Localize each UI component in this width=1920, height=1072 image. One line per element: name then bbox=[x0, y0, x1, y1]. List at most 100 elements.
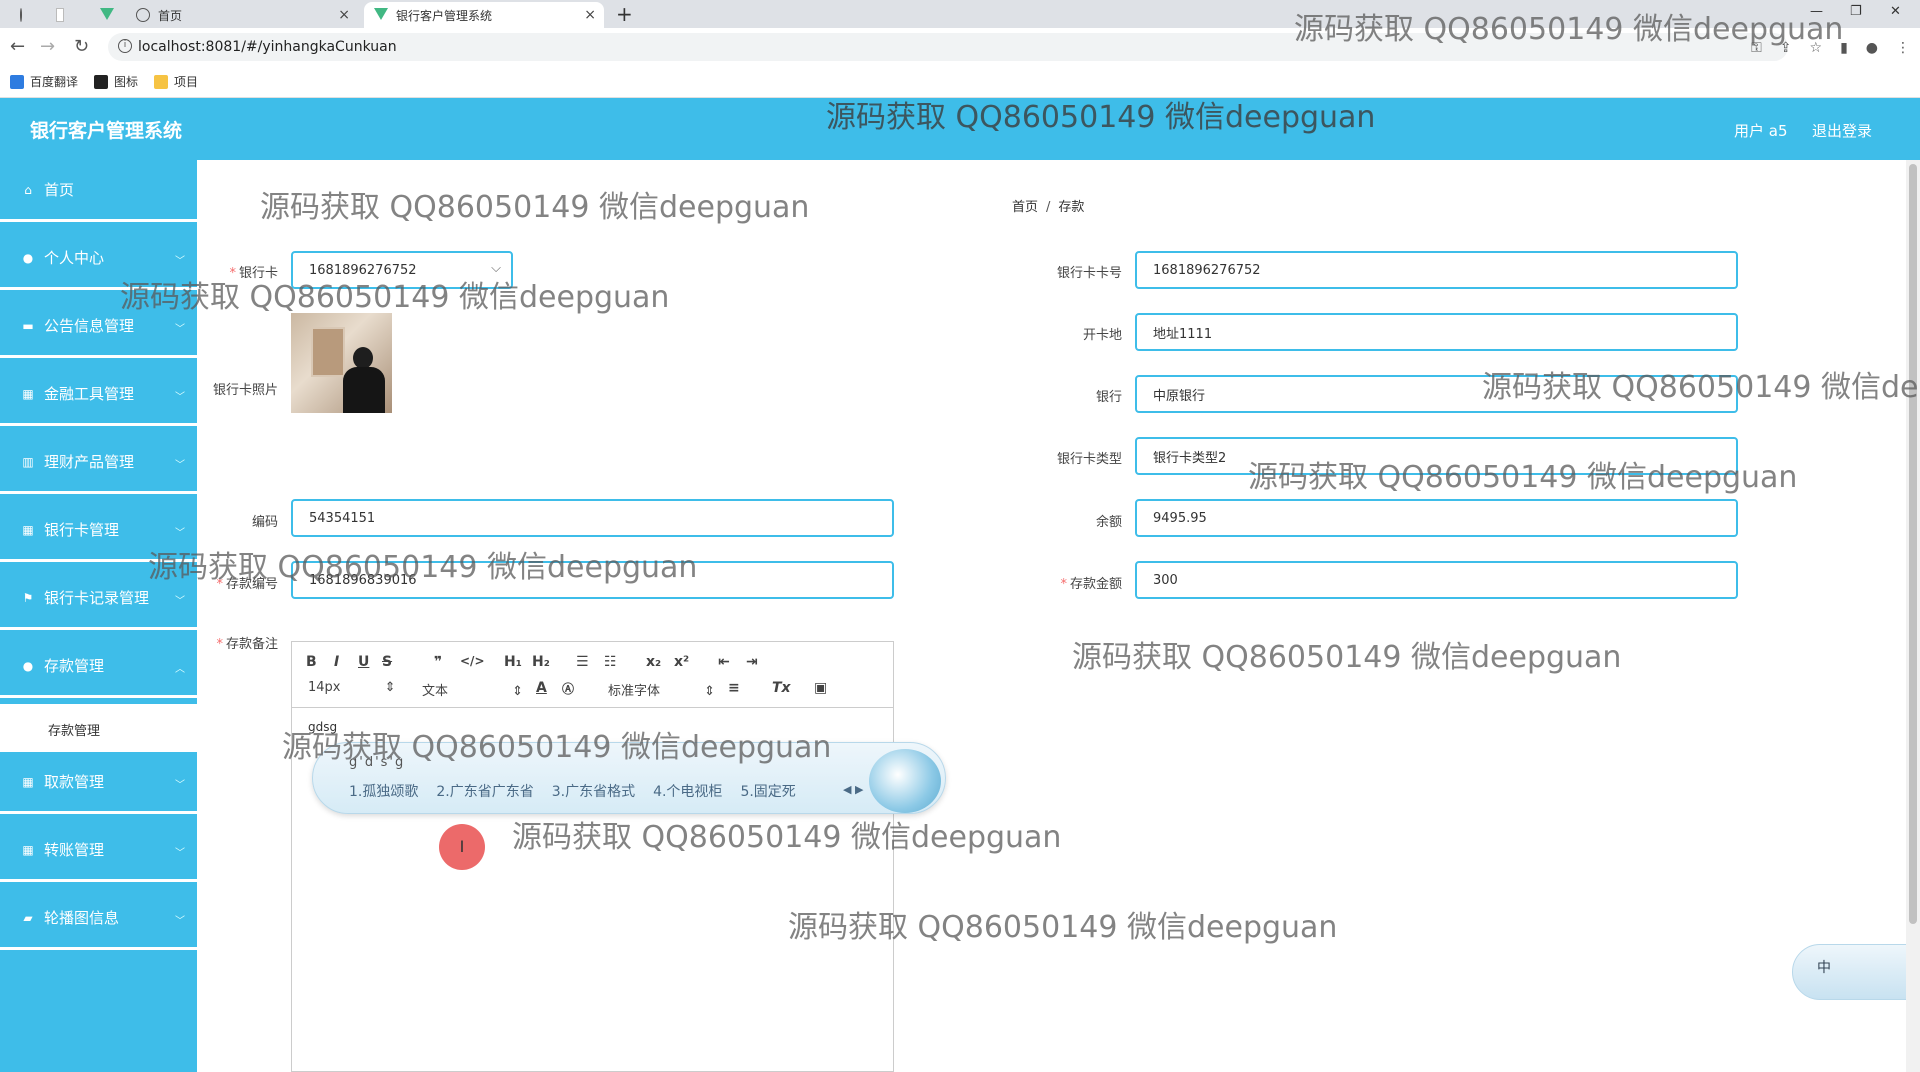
sidebar-subitem-deposit-management[interactable]: 存款管理 bbox=[0, 704, 197, 754]
image-icon[interactable]: ▣ bbox=[814, 680, 827, 696]
heading1-icon[interactable]: H₁ bbox=[504, 654, 522, 670]
sidebar-item-bank-cards[interactable]: ▦ 银行卡管理 ﹀ bbox=[0, 500, 197, 562]
breadcrumb-home[interactable]: 首页 bbox=[1012, 200, 1038, 215]
tab-bank-system[interactable]: 银行客户管理系统 × bbox=[364, 2, 604, 28]
bank-input[interactable]: 中原银行 bbox=[1135, 375, 1738, 413]
sidebar-item-label: 取款管理 bbox=[44, 773, 105, 791]
sidebar-item-card-records[interactable]: ⚑ 银行卡记录管理 ﹀ bbox=[0, 568, 197, 630]
bank-card-value: 1681896276752 bbox=[309, 262, 417, 278]
remark-editor[interactable]: B I U S ❞ </> H₁ H₂ ☰ ☷ x₂ x² ⇤ ⇥ 14px ⇕… bbox=[291, 641, 894, 1072]
share-icon[interactable]: ⇪ bbox=[1780, 40, 1792, 56]
subscript-icon[interactable]: x₂ bbox=[646, 654, 661, 670]
amount-input[interactable]: 300 bbox=[1135, 561, 1738, 599]
code-input[interactable]: 54354151 bbox=[291, 499, 894, 537]
ime-page-arrows[interactable]: ◀ ▶ bbox=[843, 783, 863, 796]
card-type-label: 银行卡类型 bbox=[1056, 452, 1122, 467]
balance-input[interactable]: 9495.95 bbox=[1135, 499, 1738, 537]
amount-label: * 存款金额 bbox=[1060, 577, 1122, 592]
reload-icon[interactable]: ↻ bbox=[74, 36, 89, 57]
sidebar-item-withdrawals[interactable]: ▦ 取款管理 ﹀ bbox=[0, 752, 197, 814]
new-tab-button[interactable]: + bbox=[616, 2, 633, 26]
card-no-input[interactable]: 1681896276752 bbox=[1135, 251, 1738, 289]
sidebar-item-home[interactable]: ⌂ 首页 bbox=[0, 160, 197, 222]
bank-card-select[interactable]: 1681896276752 ⌵ bbox=[291, 251, 513, 289]
ime-candidate[interactable]: 4.个电视柜 bbox=[653, 781, 722, 801]
logout-button[interactable]: 退出登录 bbox=[1812, 120, 1872, 141]
tab-pinned-1[interactable] bbox=[10, 2, 40, 28]
bookmark-icons[interactable]: 图标 bbox=[94, 73, 138, 90]
sidebar-item-transfers[interactable]: ▦ 转账管理 ﹀ bbox=[0, 820, 197, 882]
align-icon[interactable]: ≡ bbox=[728, 680, 740, 696]
background-color-icon[interactable]: Ⓐ bbox=[562, 680, 574, 697]
sidebar-item-carousel[interactable]: ▰ 轮播图信息 ﹀ bbox=[0, 888, 197, 950]
tab-pinned-3[interactable] bbox=[90, 2, 120, 28]
ime-candidate[interactable]: 2.广东省广东省 bbox=[436, 781, 533, 801]
card-type-input[interactable]: 银行卡类型2 bbox=[1135, 437, 1738, 475]
bold-icon[interactable]: B bbox=[306, 654, 317, 670]
strikethrough-icon[interactable]: S bbox=[382, 654, 392, 670]
ime-candidate[interactable]: 3.广东省格式 bbox=[552, 781, 635, 801]
url-field[interactable]: i localhost:8081/#/yinhangkaCunkuan bbox=[108, 33, 1788, 61]
forward-icon[interactable]: → bbox=[40, 36, 55, 57]
clear-format-icon[interactable]: Tx bbox=[772, 680, 791, 696]
key-icon[interactable]: ⚿ bbox=[1751, 40, 1762, 56]
grid-icon: ▦ bbox=[22, 386, 34, 401]
ime-mode-label: 中 bbox=[1817, 960, 1831, 976]
sidebar-item-label: 理财产品管理 bbox=[44, 453, 135, 471]
sidebar-item-wealth-products[interactable]: ▥ 理财产品管理 ﹀ bbox=[0, 432, 197, 494]
card-photo bbox=[291, 313, 392, 413]
close-icon[interactable]: × bbox=[584, 7, 596, 23]
breadcrumb: 首页 / 存款 bbox=[1012, 196, 1084, 215]
code-icon[interactable]: </> bbox=[460, 654, 485, 668]
ordered-list-icon[interactable]: ☰ bbox=[576, 654, 589, 670]
open-place-input[interactable]: 地址1111 bbox=[1135, 313, 1738, 351]
star-icon[interactable]: ☆ bbox=[1810, 40, 1823, 56]
menu-icon[interactable]: ⋮ bbox=[1896, 40, 1910, 56]
deposit-no-input[interactable]: 1681896839016 bbox=[291, 561, 894, 599]
tab-pinned-2[interactable] bbox=[46, 2, 82, 28]
bookmarks-bar: 百度翻译 图标 项目 bbox=[0, 66, 1920, 98]
deposit-no-label: * 存款编号 bbox=[216, 577, 278, 592]
ime-candidate[interactable]: 1.孤独颂歌 bbox=[349, 781, 418, 801]
globe-icon bbox=[136, 8, 150, 22]
page-scrollbar[interactable] bbox=[1906, 160, 1920, 1072]
profile-icon[interactable]: ● bbox=[1866, 40, 1878, 56]
outdent-icon[interactable]: ⇤ bbox=[718, 654, 730, 670]
heading2-icon[interactable]: H₂ bbox=[532, 654, 550, 670]
tab-home[interactable]: 首页 × bbox=[126, 2, 358, 28]
blockquote-icon[interactable]: ❞ bbox=[434, 654, 442, 670]
ime-status-bar[interactable]: 中 bbox=[1792, 944, 1920, 1000]
sidepanel-icon[interactable]: ▮ bbox=[1840, 40, 1848, 56]
bookmark-translate[interactable]: 百度翻译 bbox=[10, 73, 78, 90]
info-icon[interactable]: i bbox=[118, 39, 132, 53]
bullet-list-icon[interactable]: ☷ bbox=[604, 654, 617, 670]
underline-icon[interactable]: U bbox=[358, 654, 369, 670]
font-family-select[interactable]: 标准字体 ⇕ bbox=[608, 680, 715, 699]
remark-label: * 存款备注 bbox=[216, 637, 278, 652]
sidebar-item-deposits[interactable]: ● 存款管理 ︿ bbox=[0, 636, 197, 698]
ime-candidate[interactable]: 5.固定死 bbox=[740, 781, 795, 801]
close-icon[interactable]: × bbox=[338, 7, 350, 23]
editor-content[interactable]: gdsg bbox=[308, 720, 337, 734]
window-close-icon[interactable]: ✕ bbox=[1890, 4, 1901, 19]
home-icon: ⌂ bbox=[24, 182, 32, 197]
sidebar-item-personal-center[interactable]: ● 个人中心 ﹀ bbox=[0, 228, 197, 290]
scrollbar-thumb[interactable] bbox=[1909, 164, 1917, 924]
superscript-icon[interactable]: x² bbox=[674, 654, 689, 670]
font-size-select[interactable]: 14px ⇕ bbox=[308, 680, 396, 695]
sidebar-item-notices[interactable]: ▬ 公告信息管理 ﹀ bbox=[0, 296, 197, 358]
font-color-icon[interactable]: A bbox=[536, 680, 547, 696]
indent-icon[interactable]: ⇥ bbox=[746, 654, 758, 670]
italic-icon[interactable]: I bbox=[334, 654, 339, 670]
bookmark-project[interactable]: 项目 bbox=[154, 73, 198, 90]
restore-icon[interactable]: ❐ bbox=[1850, 4, 1862, 19]
app-title: 银行客户管理系统 bbox=[30, 120, 183, 142]
back-icon[interactable]: ← bbox=[10, 36, 25, 57]
chevron-down-icon: ﹀ bbox=[175, 848, 185, 859]
vue-logo-icon bbox=[100, 8, 114, 22]
minimize-icon[interactable]: — bbox=[1810, 4, 1823, 19]
sidebar-item-financial-tools[interactable]: ▦ 金融工具管理 ﹀ bbox=[0, 364, 197, 426]
globe-icon bbox=[20, 8, 22, 22]
block-type-select[interactable]: 文本 ⇕ bbox=[422, 680, 523, 699]
flag-icon: ⚑ bbox=[22, 590, 34, 605]
